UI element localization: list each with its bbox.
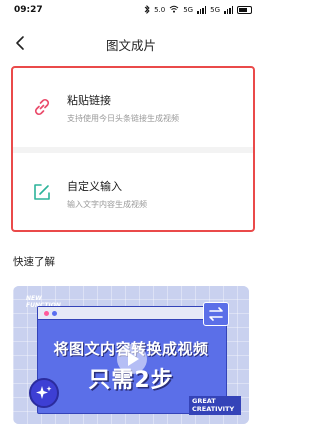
paste-link-option[interactable]: 粘贴链接 支持使用今日头条链接生成视频 (13, 68, 253, 147)
paste-link-title: 粘贴链接 (67, 94, 111, 107)
battery-icon (237, 6, 252, 14)
page-title: 图文成片 (105, 38, 156, 53)
intro-video-thumbnail[interactable]: NEW FUNCTION 将图文内容转换成视频 只需2步 GREAT CREAT… (13, 286, 249, 424)
options-card: 粘贴链接 支持使用今日头条链接生成视频 自定义输入 输入文字内容生成视频 (11, 66, 255, 232)
link-icon (31, 96, 53, 118)
custom-input-subtitle: 输入文字内容生成视频 (67, 200, 147, 209)
play-icon[interactable] (117, 344, 147, 374)
bluetooth-icon (144, 4, 150, 16)
paste-link-subtitle: 支持使用今日头条链接生成视频 (67, 114, 179, 123)
window-dot-blue (52, 311, 57, 316)
nav-bar: 图文成片 (0, 26, 262, 60)
status-time: 09:27 (14, 5, 43, 15)
signal-2-icon (224, 6, 233, 14)
sparkle-icon (29, 378, 59, 408)
swap-arrows-icon (203, 302, 229, 326)
network-type-label: 5G (183, 6, 194, 14)
video-window-titlebar (38, 307, 226, 320)
quick-intro-heading: 快速了解 (13, 256, 55, 268)
great-creativity-tag: GREAT CREATIVITY (189, 396, 241, 415)
window-dot-pink (44, 311, 49, 316)
status-bar: 09:27 5.0 5G 5G (0, 0, 262, 20)
network-speed-label: 5.0 (154, 6, 166, 14)
wifi-icon (169, 5, 179, 15)
status-icons: 5.0 5G 5G (144, 4, 252, 16)
custom-input-title: 自定义输入 (67, 180, 122, 193)
signal-1-icon (197, 6, 207, 14)
signal-2-label: 5G (210, 6, 220, 14)
custom-input-option[interactable]: 自定义输入 输入文字内容生成视频 (13, 153, 253, 230)
edit-icon (31, 181, 53, 203)
